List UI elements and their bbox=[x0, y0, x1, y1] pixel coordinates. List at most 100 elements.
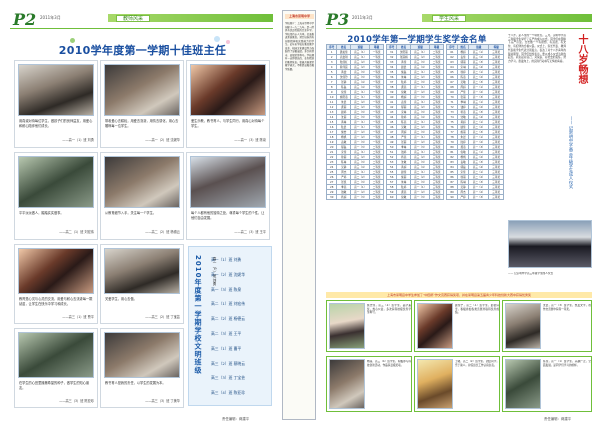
roster-body: 61 杨超 高三（1） 三等奖 62 袁佳 高三（2） 三等奖 63 郁丽 高三（3） 三等奖 64 宋琳… bbox=[445, 49, 504, 200]
table-cell: 30 bbox=[325, 194, 338, 200]
left-date: 2011年3月 bbox=[40, 15, 61, 20]
student-caption: 沈晨，高一（3）班学生，热爱文学，在作文竞赛中获得一等奖。 bbox=[543, 304, 591, 311]
teacher-photo bbox=[18, 248, 94, 294]
teacher-caption: 教育是心灵与心灵的交流，用爱与耐心去浇灌每一颗幼苗，让学生在快乐中学习和成长。 bbox=[19, 297, 93, 306]
student-caption: 王敏，高二（2）班学生，团结同学，乐于助人，担任班长工作认真负责。 bbox=[455, 360, 499, 367]
student-photo bbox=[505, 359, 541, 409]
roster-table: 序号 姓名 班级 等级 31 沈晓丽 高三（1） 二等奖 32 张丽娟 高三（2） 二等奖 33… bbox=[385, 44, 444, 200]
teacher-card: 关爱学生，用心去做。 ——高三（2）班 丁宝芸 bbox=[100, 244, 184, 324]
student-photo bbox=[417, 303, 453, 349]
teacher-card: 爱生乐教，教书育人，与学生同行，用真心对待每个学生。 ——高一（3）班 陈泉 bbox=[186, 60, 270, 148]
student-feature: 顾佳宁，高二（1）班学生，勤奋好学，积极参加各类竞赛并取得优异成绩。 bbox=[414, 300, 500, 352]
teacher-signature: ——高二（3）班 王平 bbox=[234, 230, 266, 234]
table-cell: 严婷 bbox=[457, 194, 470, 200]
teacher-signature: ——高三（3）班 陈亚珍 bbox=[59, 399, 94, 403]
student-caption: 施志伟，高三（2）班学生，品学兼优，热心公益，多次获得校级优秀学生称号。 bbox=[367, 304, 411, 315]
teacher-photo bbox=[18, 332, 94, 378]
teacher-card: 每个人都有他的独特之处，尊重每个学生的个性，让他们自由发展。 ——高二（3）班 … bbox=[186, 152, 270, 240]
honor-row: 高二（2）班 杨德云 bbox=[211, 316, 245, 322]
teacher-caption: 带着爱心去耕耘，用爱去浇灌，用情去感化，用心去雕琢每一位学生。 bbox=[105, 119, 179, 128]
honor-row: 高一（3）班 陈泉 bbox=[211, 286, 242, 292]
teacher-card: 带着爱心去耕耘，用爱去浇灌，用情去感化，用心去雕琢每一位学生。 ——高一（2）班… bbox=[100, 60, 184, 148]
table-cell: 高一（3） bbox=[350, 194, 371, 200]
decor-dot bbox=[214, 36, 220, 42]
middle-strip: 上海市崇明中学 学校简介：上海市崇明中学创建于一九二九年，是一所具有优良传统的完… bbox=[282, 10, 316, 420]
honor-rows: 高一（1）班 刘勇 高一（2）班 沈妮华 高一（3）班 陈泉 高二（1）班 刘宏… bbox=[211, 253, 269, 403]
note-bar: 上海市崇明县中学生参加了“中国杯”作文竞赛获得奖项，并在崇明县第五届青少年科技创… bbox=[326, 292, 592, 298]
side-feature: 十八岁，是人生的一个转折点。三月，崇明中学高三年级学生举行了庄严的成人仪式。同学… bbox=[508, 32, 594, 290]
student-photo bbox=[505, 303, 541, 349]
side-text-tail: —— 记崇明中学高三年级学生成人仪式 bbox=[508, 272, 553, 275]
honor-row: 高三（4）班 陈亚珍 bbox=[211, 390, 245, 396]
table-cell: 二等奖 bbox=[369, 194, 384, 200]
student-photo bbox=[329, 303, 365, 349]
teacher-signature: ——高一（2）班 沈妮华 bbox=[145, 138, 180, 142]
scholarship-table-mid: 序号 姓名 班级 等级 31 沈晓丽 高三（1） 二等奖 32 张丽娟 高三（2） 二等奖 33… bbox=[385, 44, 444, 200]
middle-body: 学校简介：上海市崇明中学创建于一九二九年，是一所具有优良传统的完全中学。学校坚持… bbox=[285, 22, 314, 71]
ceremony-photo bbox=[508, 220, 592, 268]
right-page-number: P3 bbox=[326, 10, 350, 29]
right-date: 2011年3月 bbox=[352, 15, 373, 20]
student-feature: 施志伟，高三（2）班学生，品学兼优，热心公益，多次获得校级优秀学生称号。 bbox=[326, 300, 412, 352]
honor-panel: 2010年度第一学期学校文明班级 高一（1）班 刘勇 高一（2）班 沈妮华 高一… bbox=[188, 246, 272, 406]
teacher-photo bbox=[190, 156, 266, 208]
table-cell: 倪敏 bbox=[396, 194, 412, 200]
honor-row: 高三（1）班 曹平 bbox=[211, 345, 242, 351]
decor-dot bbox=[226, 40, 230, 44]
teacher-photo bbox=[104, 64, 180, 116]
roster-table: 序号 姓名 班级 等级 1 龚如佳 高三（1） 一等奖 2 高雯琪 高三（1） 一等奖 3 陆佳红… bbox=[325, 44, 384, 200]
teacher-signature: ——高一（3）班 陈泉 bbox=[234, 138, 266, 142]
teacher-signature: ——高三（2）班 丁宝芸 bbox=[145, 315, 180, 319]
table-cell: 高一（3） bbox=[468, 194, 490, 200]
teacher-card: 平平淡淡做人，踏踏实实做事。 ——高二（1）班 刘宏伟 bbox=[14, 152, 98, 240]
scholarship-table-left: 序号 姓名 班级 等级 1 龚如佳 高三（1） 一等奖 2 高雯琪 高三（1） 一等奖 3 陆佳红… bbox=[325, 44, 384, 200]
honor-row: 高一（2）班 沈妮华 bbox=[211, 271, 245, 277]
honor-row: 高三（2）班 蔡晓云 bbox=[211, 360, 245, 366]
side-subtitle: —— 记崇明中学高三年级学生成人仪式 bbox=[569, 116, 574, 189]
teacher-caption: 在学生的心田里播撒希望的种子，做学生的知心朋友。 bbox=[19, 381, 90, 390]
teacher-caption: 从教育细节入手，关注每一个学生。 bbox=[105, 211, 156, 215]
teacher-signature: ——高二（2）班 杨德云 bbox=[145, 230, 180, 234]
teacher-caption: 平平淡淡做人，踏踏实实做事。 bbox=[19, 211, 64, 215]
right-header-rule bbox=[326, 28, 592, 29]
honor-row: 高一（1）班 刘勇 bbox=[211, 257, 242, 262]
student-feature: 沈晨，高一（3）班学生，热爱文学，在作文竞赛中获得一等奖。 bbox=[502, 300, 592, 352]
student-photo bbox=[417, 359, 453, 409]
table-cell: 60 bbox=[385, 194, 398, 200]
teacher-photo bbox=[104, 332, 180, 378]
honor-row: 高二（3）班 王平 bbox=[211, 330, 242, 336]
teacher-signature: ——高三（3）班 丁美华 bbox=[145, 399, 180, 403]
teacher-signature: ——高二（1）班 刘宏伟 bbox=[59, 230, 94, 234]
table-cell: 三等奖 bbox=[429, 194, 444, 200]
decor-dot bbox=[70, 38, 75, 43]
teacher-photo bbox=[18, 64, 94, 116]
right-page: P3 2011年3月 学生风采 2010学年第一学期学生奖学金名单 序号 姓名 … bbox=[322, 0, 600, 428]
right-footer: 责任编辑：蒋建平 bbox=[544, 417, 572, 421]
scholarship-table-right: 序号 姓名 班级 等级 61 杨超 高三（1） 三等奖 62 袁佳 高三（2） 三等奖 63 郁丽… bbox=[445, 44, 504, 200]
left-page-number: P2 bbox=[13, 10, 37, 29]
left-header-rule bbox=[10, 28, 273, 29]
left-footer: 责任编辑：蒋建平 bbox=[222, 417, 250, 421]
teacher-photo bbox=[18, 156, 94, 208]
honor-row: 高三（3）班 丁宝芸 bbox=[211, 375, 245, 381]
student-feature: 王敏，高二（2）班学生，团结同学，乐于助人，担任班长工作认真负责。 bbox=[414, 356, 500, 412]
roster-table: 序号 姓名 班级 等级 61 杨超 高三（1） 三等奖 62 袁佳 高三（2） 三等奖 63 郁丽… bbox=[445, 44, 504, 200]
left-section-tab: 教师风采 bbox=[116, 14, 150, 22]
side-title: 十八岁畅想 bbox=[576, 34, 587, 84]
teacher-card: 从教育细节入手，关注每一个学生。 ——高二（2）班 杨德云 bbox=[100, 152, 184, 240]
honor-row: 高二（1）班 刘宏伟 bbox=[211, 301, 245, 307]
table-cell: 90 bbox=[445, 194, 459, 200]
student-feature: 陈佳，高一（1）班学生，兴趣广泛，全面发展，是同学们学习的榜样。 bbox=[502, 356, 592, 412]
student-caption: 顾佳宁，高二（1）班学生，勤奋好学，积极参加各类竞赛并取得优异成绩。 bbox=[455, 304, 499, 315]
middle-heading: 上海市崇明中学 bbox=[285, 14, 314, 19]
roster-body: 31 沈晓丽 高三（1） 二等奖 32 张丽娟 高三（2） 二等奖 33 黄佳 高三（3） 二等奖 34… bbox=[385, 49, 444, 200]
table-row: 90 严婷 高一（3） 三等奖 bbox=[445, 194, 504, 200]
left-title: 2010学年度第一学期十佳班主任 bbox=[58, 44, 227, 57]
table-cell: 三等奖 bbox=[488, 194, 504, 200]
teacher-card: 用真诚对待每位学生，做孩子们的良师益友，用爱心和耐心陪伴他们成长。 ——高一（1… bbox=[14, 60, 98, 148]
teacher-caption: 关爱学生，用心去做。 bbox=[105, 297, 137, 301]
teacher-signature: ——高三（1）班 曹平 bbox=[62, 315, 94, 319]
table-cell: 高一（3） bbox=[410, 194, 431, 200]
side-text: 十八岁，是人生的一个转折点。三月，崇明中学高三年级学生举行了庄严的成人仪式。同学… bbox=[508, 34, 566, 63]
teacher-caption: 教书育人是我的责任，以学生的发展为本。 bbox=[105, 381, 166, 385]
